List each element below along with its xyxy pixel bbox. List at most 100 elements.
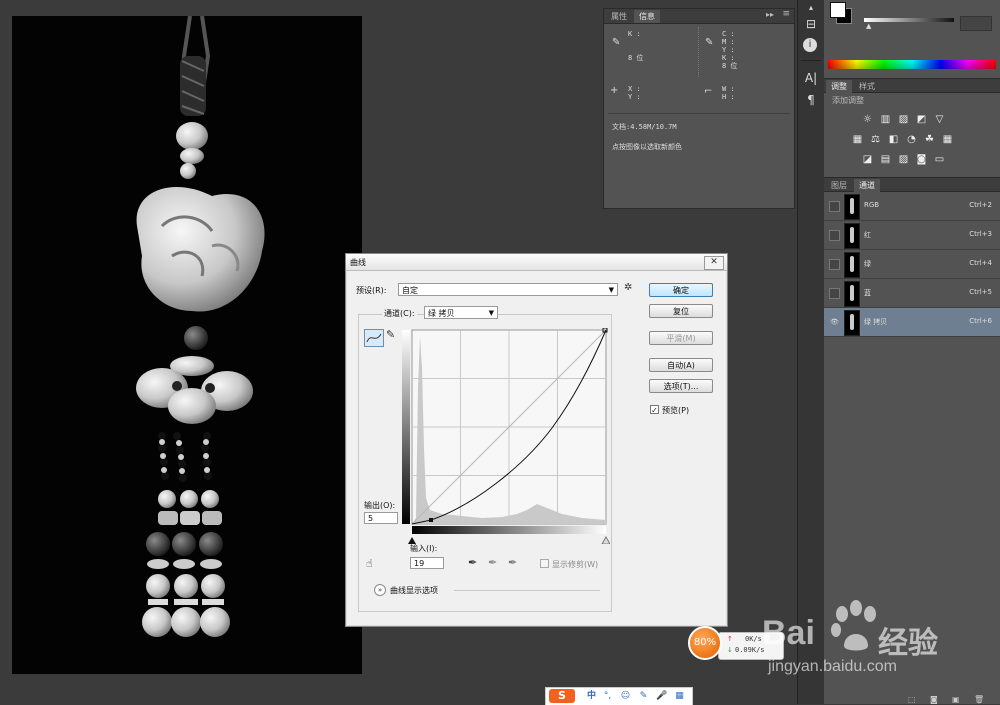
memory-percent-ball[interactable]: 80%	[688, 626, 722, 660]
brightness-icon[interactable]: ☼	[862, 114, 873, 125]
tab-adjustments[interactable]: 调整	[826, 80, 852, 93]
character-icon[interactable]: A|	[803, 70, 819, 86]
channel-thumbnail	[844, 194, 860, 220]
options-button[interactable]: 选项(T)...	[649, 379, 713, 393]
load-selection-icon[interactable]: ⬚	[908, 695, 916, 704]
gradient-map-icon[interactable]: ◙	[916, 154, 927, 165]
punctuation-icon[interactable]: °,	[602, 690, 613, 702]
close-button[interactable]: ✕	[704, 256, 724, 270]
channel-label: 通道(C):	[382, 308, 417, 319]
show-clipping-label: 显示修剪(W)	[552, 560, 599, 569]
display-options-label[interactable]: 曲线显示选项	[390, 585, 438, 596]
toolbox-icon[interactable]: ▦	[674, 690, 685, 702]
ok-button[interactable]: 确定	[649, 283, 713, 297]
vibrance-icon[interactable]: ▽	[934, 114, 945, 125]
info-k-readout: K : 8 位	[628, 30, 644, 62]
strip-separator	[801, 60, 821, 61]
channel-row-rgb[interactable]: RGB Ctrl+2	[824, 192, 1000, 221]
channel-row-red[interactable]: 红 Ctrl+3	[824, 221, 1000, 250]
tab-styles[interactable]: 样式	[854, 80, 880, 93]
tab-channels[interactable]: 通道	[854, 179, 880, 192]
expand-chevron-icon[interactable]: »	[374, 584, 386, 596]
dialog-title: 曲线	[350, 258, 366, 267]
k-value-field[interactable]	[960, 16, 992, 31]
hue-saturation-icon[interactable]: ▦	[852, 134, 863, 145]
chevron-down-icon: ▼	[488, 309, 494, 317]
channel-value: 绿 拷贝	[428, 309, 455, 318]
strip-arrow-icon[interactable]: ▴	[803, 0, 819, 16]
microphone-icon[interactable]: 🎤	[656, 690, 667, 702]
channel-mixer-icon[interactable]: ☘	[924, 134, 935, 145]
k-slider-track[interactable]	[864, 18, 954, 22]
curve-point-tool[interactable]	[364, 329, 384, 347]
photo-filter-icon[interactable]: ◔	[906, 134, 917, 145]
crosshair-icon: +	[610, 85, 619, 96]
levels-icon[interactable]: ▥	[880, 114, 891, 125]
info-icon[interactable]: i	[803, 38, 817, 52]
handwriting-icon[interactable]: ✎	[638, 690, 649, 702]
watermark-url: jingyan.baidu.com	[768, 658, 897, 675]
preview-checkbox[interactable]: ✓	[650, 405, 659, 415]
save-selection-icon[interactable]: ◙	[930, 695, 938, 704]
color-lookup-icon[interactable]: ▦	[942, 134, 953, 145]
dialog-titlebar[interactable]: 曲线 ✕	[346, 254, 727, 271]
channel-thumbnail	[844, 223, 860, 249]
adjustments-tabbar: 调整 样式	[824, 78, 1000, 93]
black-white-icon[interactable]: ◧	[888, 134, 899, 145]
color-spectrum[interactable]	[828, 60, 996, 69]
ime-toolbar[interactable]: S 中 °, ☺ ✎ 🎤 ▦	[545, 687, 693, 705]
visibility-toggle[interactable]	[829, 201, 840, 212]
input-field[interactable]: 19	[410, 557, 444, 569]
collapse-icon[interactable]: ▸▸	[766, 10, 774, 19]
reset-button[interactable]: 复位	[649, 304, 713, 318]
auto-button[interactable]: 自动(A)	[649, 358, 713, 372]
smooth-button[interactable]: 平滑(M)	[649, 331, 713, 345]
tab-info[interactable]: 信息	[634, 10, 660, 23]
delete-channel-icon[interactable]: 🗑	[974, 695, 984, 704]
threshold-icon[interactable]: ▨	[898, 154, 909, 165]
black-eyedropper-icon[interactable]: ✒	[468, 556, 477, 569]
emoji-icon[interactable]: ☺	[620, 690, 631, 702]
tab-properties[interactable]: 属性	[606, 10, 632, 23]
channel-name: 绿	[864, 260, 871, 268]
output-field[interactable]: 5	[364, 512, 398, 524]
k-slider-thumb[interactable]: ▲	[866, 22, 871, 30]
ime-lang-toggle[interactable]: 中	[586, 690, 597, 702]
panel-menu-icon[interactable]: ≡	[782, 9, 790, 19]
visibility-toggle[interactable]	[829, 230, 840, 241]
targeted-adjust-hand-icon[interactable]: ☝	[366, 557, 373, 570]
posterize-icon[interactable]: ▤	[880, 154, 891, 165]
document-canvas[interactable]	[12, 16, 362, 674]
channel-row-blue[interactable]: 蓝 Ctrl+5	[824, 279, 1000, 308]
color-balance-icon[interactable]: ⚖	[870, 134, 881, 145]
watermark-brand-cn: 经验	[878, 626, 938, 661]
preset-options-gear-icon[interactable]: ✲	[624, 282, 632, 293]
info-cmyk-readout: C : M : Y : K : 8 位	[722, 30, 738, 70]
invert-icon[interactable]: ◪	[862, 154, 873, 165]
tab-layers[interactable]: 图层	[826, 179, 852, 192]
exposure-icon[interactable]: ◩	[916, 114, 927, 125]
selective-color-icon[interactable]: ▭	[934, 154, 945, 165]
history-icon[interactable]: ⊟	[803, 16, 819, 32]
curves-icon[interactable]: ▨	[898, 114, 909, 125]
channel-row-green-copy[interactable]: 👁 绿 拷贝 Ctrl+6	[824, 308, 1000, 337]
preview-label: 预览(P)	[662, 406, 690, 415]
pencil-icon[interactable]: ✎	[386, 328, 395, 341]
watermark-brand: Bai	[762, 614, 815, 652]
baidu-jingyan-watermark: Bai 经验 jingyan.baidu.com	[760, 596, 1000, 686]
channel-row-green[interactable]: 绿 Ctrl+4	[824, 250, 1000, 279]
visibility-toggle[interactable]	[829, 259, 840, 270]
white-eyedropper-icon[interactable]: ✒	[508, 556, 517, 569]
channel-thumbnail	[844, 281, 860, 307]
channel-select[interactable]: 绿 拷贝 ▼	[424, 306, 498, 319]
curve-graph[interactable]	[402, 328, 610, 544]
show-clipping-checkbox[interactable]	[540, 559, 549, 568]
gray-eyedropper-icon[interactable]: ✒	[488, 556, 497, 569]
eye-icon[interactable]: 👁	[829, 317, 840, 328]
paragraph-icon[interactable]: ¶	[803, 92, 819, 108]
new-channel-icon[interactable]: ▣	[952, 695, 960, 704]
visibility-toggle[interactable]	[829, 288, 840, 299]
sogou-logo-icon[interactable]: S	[549, 689, 575, 703]
jade-pendant-image	[136, 16, 265, 637]
preset-select[interactable]: 自定 ▼	[398, 283, 618, 296]
